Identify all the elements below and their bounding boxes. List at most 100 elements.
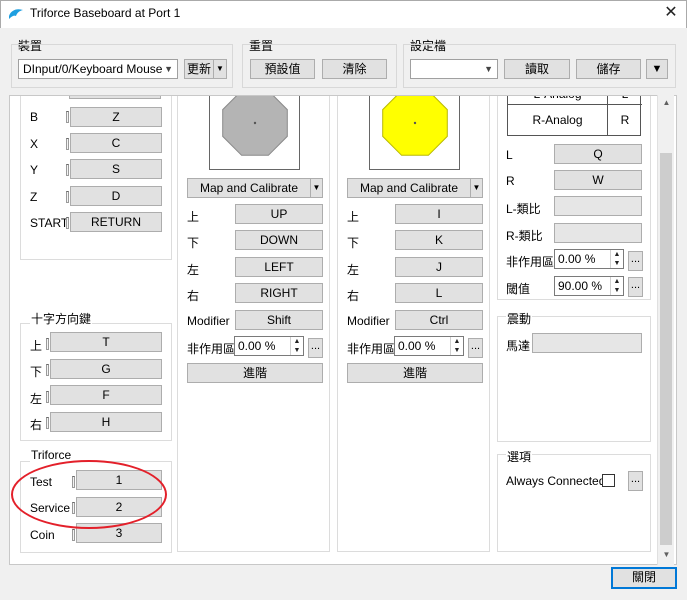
stick-label: Modifier [187, 314, 230, 328]
button-field-start[interactable]: RETURN [70, 212, 162, 232]
stick-label: 左 [347, 263, 360, 277]
input-indicator [46, 364, 49, 376]
trigger-deadzone-spinbox[interactable]: 0.00 % ▲ ▼ [554, 249, 624, 269]
button-label: B [30, 110, 39, 124]
trigger-label: R [506, 174, 515, 188]
trigger-analog-table: L-Analog L R-Analog R [507, 96, 642, 136]
stick-label: 上 [187, 210, 200, 224]
stick-label: 左 [187, 263, 200, 277]
trigger-label: L [506, 148, 513, 162]
button-label: Y [30, 163, 39, 177]
main-stick-field-modifier[interactable]: Shift [235, 310, 323, 330]
main-map-calibrate-button[interactable]: Map and Calibrate [187, 178, 311, 198]
c-stick-field-left[interactable]: J [395, 257, 483, 277]
load-button[interactable]: 讀取 [504, 59, 570, 79]
spin-arrows-icon[interactable]: ▲ ▼ [290, 337, 303, 355]
chevron-down-icon: ▼ [484, 64, 493, 74]
main-map-dropdown-button[interactable]: ▼ [310, 178, 323, 198]
clear-button[interactable]: 清除 [322, 59, 387, 79]
always-connected-label: Always Connected [506, 474, 606, 488]
input-indicator [66, 138, 69, 150]
button-field-x[interactable]: C [70, 133, 162, 153]
input-indicator [46, 338, 49, 350]
always-connected-more-button[interactable]: ... [628, 471, 643, 491]
trigger-deadzone-more-button[interactable]: ... [628, 251, 643, 271]
c-deadzone-more-button[interactable]: ... [468, 338, 483, 358]
c-stick-field-up[interactable]: I [395, 204, 483, 224]
stick-label: Modifier [347, 314, 390, 328]
dpad-title: 十字方向鍵 [30, 310, 93, 327]
c-map-dropdown-button[interactable]: ▼ [470, 178, 483, 198]
l-analog-key: L [609, 96, 641, 104]
main-deadzone-spinbox[interactable]: 0.00 % ▲ ▼ [234, 336, 304, 356]
button-label: START [30, 216, 69, 230]
c-stick-field-modifier[interactable]: Ctrl [395, 310, 483, 330]
trigger-threshold-spinbox[interactable]: 90.00 % ▲ ▼ [554, 276, 624, 296]
save-button[interactable]: 儲存 [576, 59, 641, 79]
dpad-field-up[interactable]: T [50, 332, 162, 352]
dpad-label: 上 [30, 339, 43, 353]
l-analog-name: L-Analog [508, 96, 608, 104]
profile-menu-button[interactable]: ▼ [646, 59, 668, 79]
button-field-a-partial[interactable] [69, 96, 161, 99]
stick-label: 下 [347, 236, 360, 250]
motor-field[interactable] [532, 333, 642, 353]
main-stick-field-up[interactable]: UP [235, 204, 323, 224]
triforce-title: Triforce [30, 448, 73, 462]
c-map-calibrate-button[interactable]: Map and Calibrate [347, 178, 471, 198]
spin-arrows-icon[interactable]: ▲ ▼ [450, 337, 463, 355]
profile-select[interactable]: ▼ [410, 59, 498, 79]
highlight-annotation [11, 460, 167, 529]
c-deadzone-spinbox[interactable]: 0.00 % ▲ ▼ [394, 336, 464, 356]
deadzone-label: 非作用區 [347, 342, 396, 356]
button-field-y[interactable]: S [70, 159, 162, 179]
threshold-label: 閾值 [506, 282, 531, 296]
close-button[interactable]: 關閉 [611, 567, 677, 589]
c-stick-preview [369, 96, 460, 170]
chevron-down-icon: ▼ [164, 64, 173, 74]
button-field-b[interactable]: Z [70, 107, 162, 127]
triforce-label: Coin [30, 528, 55, 542]
default-button[interactable]: 預設值 [250, 59, 315, 79]
always-connected-checkbox[interactable] [602, 474, 615, 487]
trigger-field-r-analog[interactable] [554, 223, 642, 243]
button-field-z[interactable]: D [70, 186, 162, 206]
dpad-label: 下 [30, 365, 43, 379]
stick-label: 右 [347, 289, 360, 303]
button-label: X [30, 137, 39, 151]
c-advanced-button[interactable]: 進階 [347, 363, 483, 383]
spin-arrows-icon[interactable]: ▲ ▼ [610, 250, 623, 268]
main-stick-field-right[interactable]: RIGHT [235, 283, 323, 303]
trigger-field-l[interactable]: Q [554, 144, 642, 164]
refresh-dropdown-button[interactable]: ▼ [213, 59, 227, 79]
scroll-down-icon[interactable]: ▼ [658, 547, 675, 563]
c-stick-field-down[interactable]: K [395, 230, 483, 250]
c-stick-field-right[interactable]: L [395, 283, 483, 303]
scroll-up-icon[interactable]: ▲ [658, 95, 675, 111]
stick-label: 下 [187, 236, 200, 250]
input-indicator [46, 391, 49, 403]
window-title: Triforce Baseboard at Port 1 [30, 6, 181, 20]
trigger-threshold-more-button[interactable]: ... [628, 277, 643, 297]
close-window-button[interactable]: ✕ [660, 3, 682, 23]
input-indicator [66, 164, 69, 176]
dpad-field-left[interactable]: F [50, 385, 162, 405]
trigger-field-l-analog[interactable] [554, 196, 642, 216]
spin-arrows-icon[interactable]: ▲ ▼ [610, 277, 623, 295]
scrollbar-thumb[interactable] [660, 153, 672, 545]
vertical-scrollbar[interactable]: ▲ ▼ [657, 95, 674, 565]
main-stick-field-down[interactable]: DOWN [235, 230, 323, 250]
refresh-button[interactable]: 更新 [184, 59, 214, 79]
dpad-field-right[interactable]: H [50, 412, 162, 432]
main-advanced-button[interactable]: 進階 [187, 363, 323, 383]
trigger-field-r[interactable]: W [554, 170, 642, 190]
motor-label: 馬達 [506, 339, 531, 353]
input-indicator [66, 111, 69, 123]
main-deadzone-more-button[interactable]: ... [308, 338, 323, 358]
trigger-label: L-類比 [506, 202, 541, 216]
main-stick-field-left[interactable]: LEFT [235, 257, 323, 277]
input-indicator [66, 191, 69, 203]
main-stick-octagon [222, 96, 288, 156]
dpad-field-down[interactable]: G [50, 359, 162, 379]
device-select[interactable]: DInput/0/Keyboard Mouse ▼ [18, 59, 178, 79]
